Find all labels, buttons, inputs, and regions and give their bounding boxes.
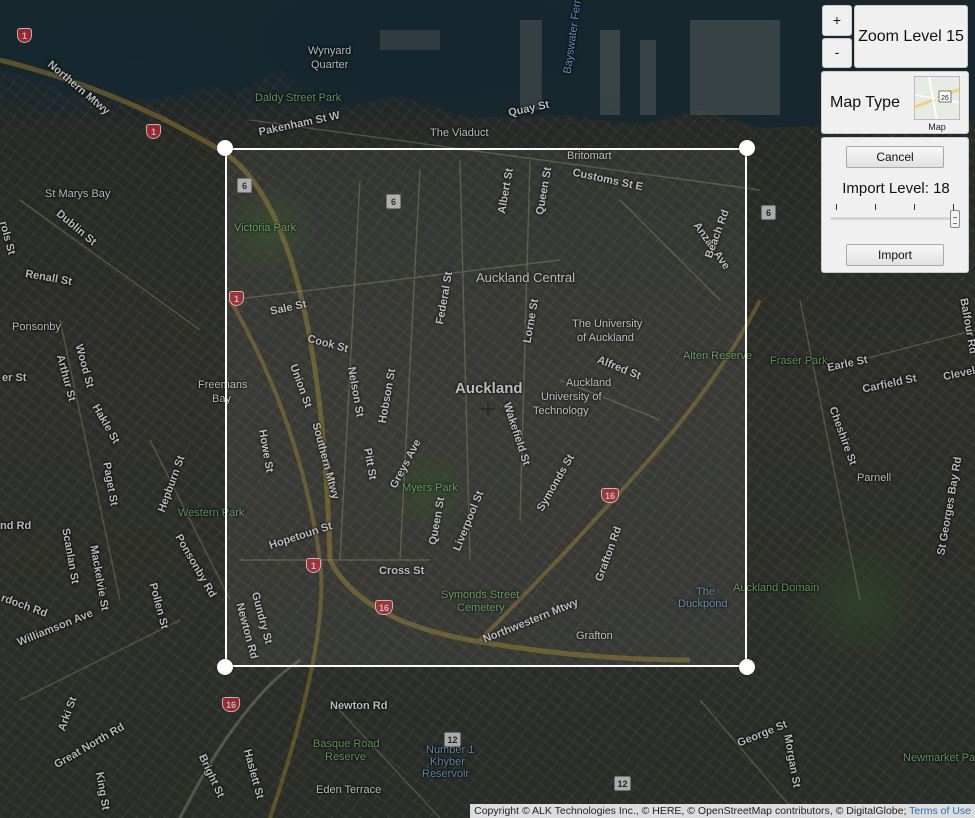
label-basque-reserve-line1: Basque Road: [313, 738, 380, 750]
label-khyber-line2: Khyber: [430, 756, 465, 768]
map-type-thumbnail-button[interactable]: 26: [914, 76, 960, 120]
label-wynyard-line1: Wynyard: [308, 45, 352, 57]
slider-tick: [836, 204, 837, 210]
label-newton-rd-2: Newton Rd: [330, 700, 388, 712]
slider-thumb[interactable]: [950, 210, 960, 228]
road-map-thumbnail-icon: 26: [915, 77, 959, 119]
route-shield-12: 12: [614, 776, 631, 791]
slider-tick: [875, 204, 876, 210]
highway-shield-1: 1: [146, 124, 161, 139]
label-er-st: er St: [2, 372, 27, 384]
terms-of-use-link[interactable]: Terms of Use: [909, 805, 971, 817]
slider-tick: [914, 204, 915, 210]
highway-shield-1: 1: [17, 28, 32, 43]
label-eden-terrace: Eden Terrace: [316, 784, 382, 796]
selection-handle-bottom-right[interactable]: [739, 659, 755, 675]
label-newmarket-park: Newmarket Park: [903, 752, 975, 764]
map-type-thumbnail-label: Map: [928, 122, 946, 132]
cancel-button[interactable]: Cancel: [846, 146, 944, 168]
map-type-label: Map Type: [830, 94, 900, 111]
label-st-marys-bay: St Marys Bay: [45, 188, 111, 200]
label-basque-reserve-line2: Reserve: [325, 751, 366, 763]
selection-handle-bottom-left[interactable]: [217, 659, 233, 675]
import-button[interactable]: Import: [846, 244, 944, 266]
copyright-bar: Copyright © ALK Technologies Inc., © HER…: [470, 804, 975, 818]
label-nd-rd: nd Rd: [0, 520, 32, 532]
import-level-label: Import Level: 18: [842, 180, 950, 197]
label-khyber-line3: Reservoir: [422, 768, 470, 780]
zoom-in-button[interactable]: +: [822, 5, 852, 36]
import-level-slider[interactable]: [830, 202, 962, 232]
highway-shield-16: 16: [222, 697, 240, 712]
zoom-out-button[interactable]: -: [822, 38, 852, 68]
import-panel: Cancel Import Level: 18 Import: [821, 137, 969, 273]
selection-handle-top-left[interactable]: [217, 140, 233, 156]
label-fraser-park: Fraser Park: [770, 355, 828, 367]
zoom-level-display: Zoom Level 15: [854, 5, 968, 68]
slider-track[interactable]: [830, 217, 960, 220]
copyright-text: Copyright © ALK Technologies Inc., © HER…: [474, 805, 907, 817]
center-crosshair-icon: [481, 402, 495, 416]
map-type-panel: Map Type 26 Map: [821, 71, 969, 134]
map-type-thumb-shield: 26: [941, 95, 949, 102]
label-parnell: Parnell: [857, 472, 892, 484]
selection-handle-top-right[interactable]: [739, 140, 755, 156]
label-the-viaduct: The Viaduct: [430, 127, 489, 139]
route-shield-12: 12: [444, 732, 461, 747]
label-wynyard-line2: Quarter: [311, 59, 349, 71]
label-ponsonby: Ponsonby: [12, 321, 61, 333]
route-shield-6: 6: [761, 205, 776, 220]
label-daldy-park: Daldy Street Park: [255, 92, 342, 104]
